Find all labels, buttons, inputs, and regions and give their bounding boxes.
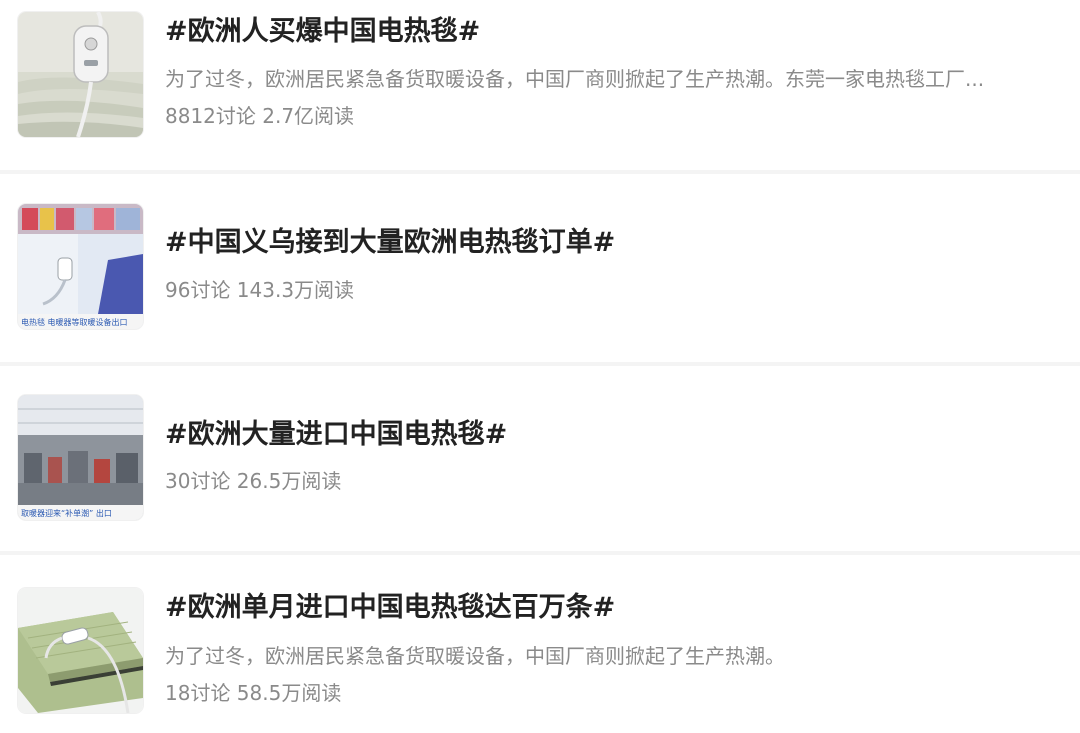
topic-title[interactable]: #欧洲单月进口中国电热毯达百万条# bbox=[165, 591, 615, 625]
blanket-store-photo-icon: 电热毯 电暖器等取暖设备出口 bbox=[18, 204, 143, 329]
topic-item[interactable]: #欧洲单月进口中国电热毯达百万条# 为了过冬，欧洲居民紧急备货取暖设备，中国厂商… bbox=[0, 555, 1080, 733]
factory-floor-photo-icon: 取暖器迎来“补单潮” 出口 bbox=[18, 395, 143, 520]
topic-item[interactable]: 取暖器迎来“补单潮” 出口 #欧洲大量进口中国电热毯# 30讨论 26.5万阅读 bbox=[0, 366, 1080, 551]
topic-thumbnail[interactable] bbox=[18, 588, 143, 713]
thumb-caption: 电热毯 电暖器等取暖设备出口 bbox=[21, 317, 128, 327]
topic-stats: 30讨论 26.5万阅读 bbox=[165, 469, 342, 493]
topic-thumbnail[interactable] bbox=[18, 12, 143, 137]
topic-stats: 8812讨论 2.7亿阅读 bbox=[165, 104, 355, 128]
hot-topic-list: #欧洲人买爆中国电热毯# 为了过冬，欧洲居民紧急备货取暖设备，中国厂商则掀起了生… bbox=[0, 0, 1080, 733]
electric-blanket-photo-icon bbox=[18, 12, 143, 137]
topic-description: 为了过冬，欧洲居民紧急备货取暖设备，中国厂商则掀起了生产热潮。 bbox=[165, 644, 785, 668]
topic-thumbnail[interactable]: 取暖器迎来“补单潮” 出口 bbox=[18, 395, 143, 520]
topic-title[interactable]: #中国义乌接到大量欧洲电热毯订单# bbox=[165, 226, 615, 260]
topic-stats: 18讨论 58.5万阅读 bbox=[165, 681, 342, 705]
topic-title[interactable]: #欧洲大量进口中国电热毯# bbox=[165, 418, 507, 452]
green-blanket-photo-icon bbox=[18, 588, 143, 713]
thumb-caption: 取暖器迎来“补单潮” 出口 bbox=[21, 508, 112, 518]
topic-stats: 96讨论 143.3万阅读 bbox=[165, 278, 355, 302]
topic-description: 为了过冬，欧洲居民紧急备货取暖设备，中国厂商则掀起了生产热潮。东莞一家电热毯工厂… bbox=[165, 67, 985, 91]
topic-title[interactable]: #欧洲人买爆中国电热毯# bbox=[165, 15, 480, 49]
topic-item[interactable]: 电热毯 电暖器等取暖设备出口 #中国义乌接到大量欧洲电热毯订单# 96讨论 14… bbox=[0, 174, 1080, 362]
topic-thumbnail[interactable]: 电热毯 电暖器等取暖设备出口 bbox=[18, 204, 143, 329]
topic-item[interactable]: #欧洲人买爆中国电热毯# 为了过冬，欧洲居民紧急备货取暖设备，中国厂商则掀起了生… bbox=[0, 0, 1080, 170]
